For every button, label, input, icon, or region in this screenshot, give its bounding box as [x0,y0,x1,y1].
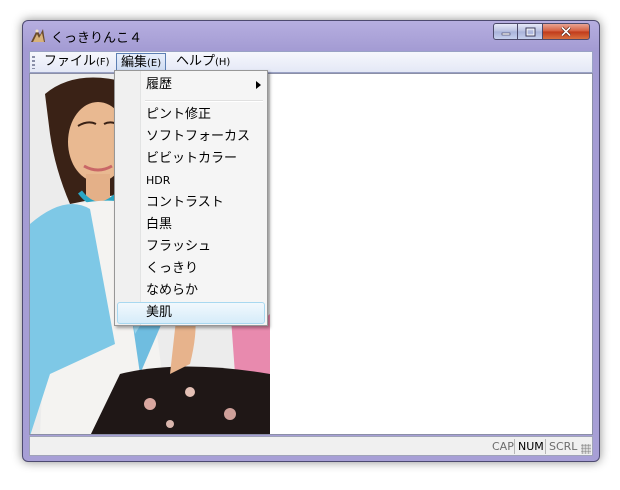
menu-item-contrast[interactable]: コントラスト [117,192,265,214]
resize-grip[interactable] [581,444,591,454]
status-separator [514,439,515,454]
maximize-icon [525,27,535,36]
app-icon [31,29,45,42]
menu-item-label: コントラスト [146,195,224,210]
window-title: くっきりんこ４ [51,31,143,46]
menu-file[interactable]: ファイル(F) [40,53,114,71]
menu-item-label: HDR [146,174,171,187]
menu-item-flash[interactable]: フラッシュ [117,236,265,258]
status-bar: CAP NUM SCRL [29,436,593,456]
close-icon [560,26,572,37]
menu-item-label: 履歴 [146,77,173,92]
menu-item-label: ピント修正 [146,107,212,122]
edit-menu-dropdown: 履歴 ピント修正 ソフトフォーカス ビビットカラー HDR コントラスト 白黒 … [114,70,268,326]
menu-item-label: ソフトフォーカス [146,129,251,144]
menu-help-label: ヘルプ [176,54,216,69]
menu-item-label: なめらか [146,283,199,298]
menu-item-focus-fix[interactable]: ピント修正 [117,104,265,126]
menu-help[interactable]: ヘルプ(H) [172,53,234,71]
title-bar[interactable]: くっきりんこ４ [23,21,599,51]
close-button[interactable] [542,23,590,40]
status-separator [545,439,546,454]
menu-file-label: ファイル [44,54,97,69]
menu-item-label: ビビットカラー [146,151,238,166]
minimize-button[interactable] [493,23,518,40]
minimize-icon [501,32,510,35]
menu-edit-label: 編集 [121,55,148,70]
menu-item-hdr[interactable]: HDR [117,170,265,192]
menu-item-history[interactable]: 履歴 [117,74,265,96]
menu-edit[interactable]: 編集(E) [116,53,167,71]
menu-item-vivid-color[interactable]: ビビットカラー [117,148,265,170]
menu-item-sharpen[interactable]: くっきり [117,258,265,280]
menu-item-label: 美肌 [146,305,173,320]
menu-item-soft-focus[interactable]: ソフトフォーカス [117,126,265,148]
menu-item-label: 白黒 [146,217,173,232]
maximize-button[interactable] [517,23,543,40]
menu-help-accel: (H) [215,57,231,68]
status-cap: CAP [492,440,514,453]
menu-separator [145,100,263,102]
status-num: NUM [518,440,544,453]
menu-grip[interactable] [32,56,35,69]
menu-item-label: くっきり [146,261,199,276]
submenu-arrow-icon [256,81,261,89]
app-window: くっきりんこ４ ファイル(F) 編集(E) ヘルプ(H) CAP NUM SCR… [22,20,600,462]
menu-file-accel: (F) [96,57,110,68]
menu-item-beauty-skin[interactable]: 美肌 [117,302,265,324]
menu-item-monochrome[interactable]: 白黒 [117,214,265,236]
menu-edit-accel: (E) [147,58,162,69]
menu-item-label: フラッシュ [146,239,212,254]
menu-item-smooth[interactable]: なめらか [117,280,265,302]
status-scrl: SCRL [549,440,578,453]
